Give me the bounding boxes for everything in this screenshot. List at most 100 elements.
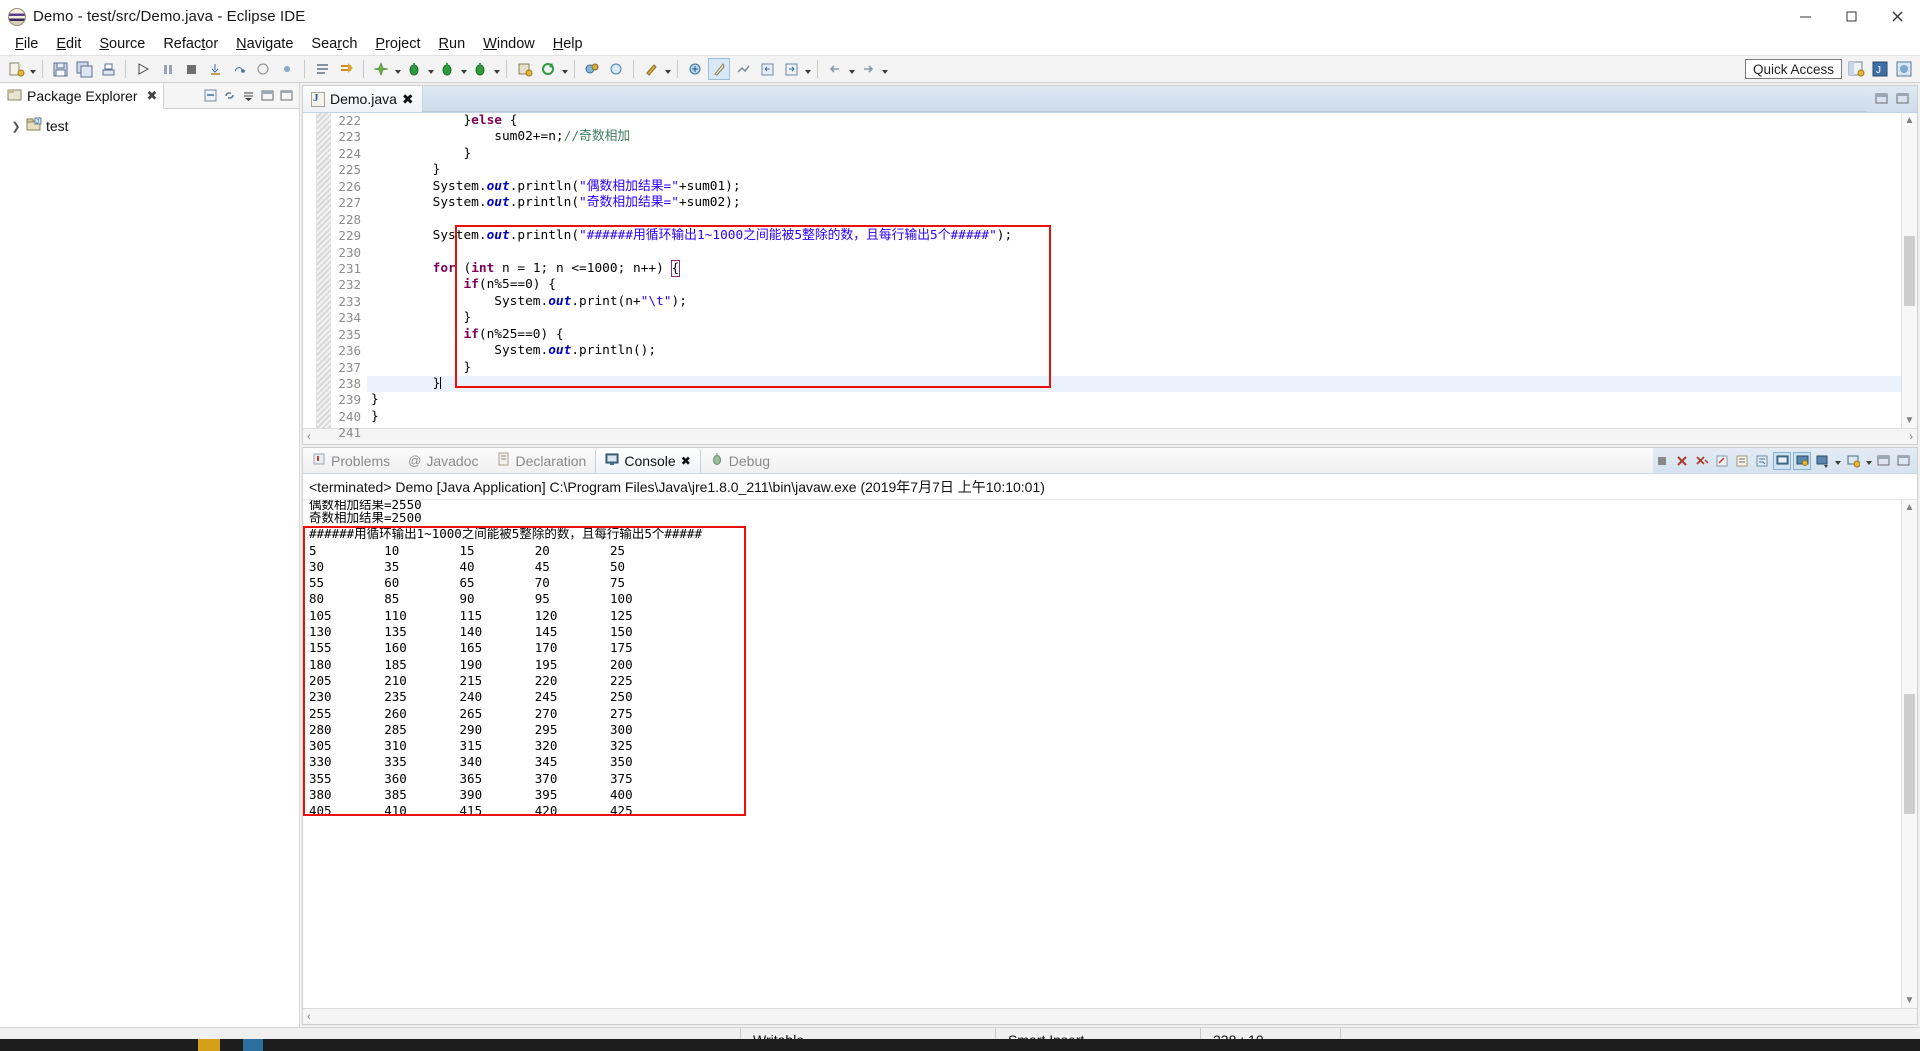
save-icon[interactable] xyxy=(49,58,71,80)
previous-annotation-icon[interactable] xyxy=(684,58,706,80)
remove-all-terminated-icon[interactable] xyxy=(1693,452,1711,470)
pause-icon[interactable] xyxy=(156,58,178,80)
terminate-icon[interactable] xyxy=(180,58,202,80)
build-icon[interactable] xyxy=(132,58,154,80)
chevron-down-icon[interactable] xyxy=(663,58,672,80)
close-icon[interactable]: ✖ xyxy=(147,88,158,104)
last-edit-location-icon[interactable] xyxy=(732,58,754,80)
chevron-down-icon[interactable]: ▼ xyxy=(1905,415,1915,426)
chevron-down-icon[interactable] xyxy=(492,58,501,80)
editor-code-line[interactable]: System.out.println("奇数相加结果="+sum02); xyxy=(367,195,1901,211)
menu-window[interactable]: Window xyxy=(474,35,544,53)
chevron-up-icon[interactable]: ▲ xyxy=(1905,502,1915,513)
editor-vertical-scrollbar[interactable]: ▲ ▼ xyxy=(1901,113,1917,428)
chevron-down-icon[interactable]: ▼ xyxy=(1905,995,1915,1006)
print-icon[interactable] xyxy=(97,58,119,80)
step-into-icon[interactable] xyxy=(204,58,226,80)
clear-console-icon[interactable] xyxy=(1713,452,1731,470)
chevron-up-icon[interactable]: ▲ xyxy=(1905,115,1915,126)
menu-file[interactable]: File xyxy=(6,35,47,53)
console-vertical-scrollbar[interactable]: ▲ ▼ xyxy=(1901,500,1917,1008)
menu-edit[interactable]: Edit xyxy=(47,35,90,53)
collapse-all-icon[interactable] xyxy=(202,87,219,104)
editor-code-line[interactable]: } xyxy=(367,409,1901,425)
tab-debug[interactable]: Debug xyxy=(701,448,779,473)
open-task-icon[interactable] xyxy=(335,58,357,80)
maximize-icon[interactable] xyxy=(278,87,295,104)
chevron-down-icon[interactable] xyxy=(560,58,569,80)
editor-code-line[interactable]: System.out.print(n+"\t"); xyxy=(367,294,1901,310)
editor-code-line[interactable]: for (int n = 1; n <=1000; n++) { xyxy=(367,259,1901,277)
editor-horizontal-scrollbar[interactable]: ‹ › xyxy=(303,428,1917,444)
chevron-right-icon[interactable]: › xyxy=(1909,431,1913,443)
editor-code-line[interactable]: } xyxy=(367,360,1901,376)
chevron-down-icon[interactable] xyxy=(1833,452,1842,470)
editor-code-line[interactable]: if(n%25==0) { xyxy=(367,327,1901,343)
toggle-breadcrumb-icon[interactable] xyxy=(311,58,333,80)
close-icon[interactable]: ✖ xyxy=(402,91,414,108)
new-interface-icon[interactable] xyxy=(605,58,627,80)
show-console-on-output-icon[interactable] xyxy=(1773,451,1791,470)
tab-problems[interactable]: Problems xyxy=(303,448,399,473)
tab-javadoc[interactable]: @ Javadoc xyxy=(399,448,487,473)
skip-breakpoints-icon[interactable] xyxy=(640,58,662,80)
minimize-icon[interactable] xyxy=(1782,0,1828,33)
tab-console[interactable]: Console ✖ xyxy=(595,448,701,473)
editor-code-line[interactable]: } xyxy=(367,310,1901,326)
console-output-text[interactable]: 偶数相加结果=2550 奇数相加结果=2500 ######用循环输出1~1000之… xyxy=(303,500,1901,1008)
scroll-lock-icon[interactable] xyxy=(1733,452,1751,470)
chevron-down-icon[interactable] xyxy=(1864,452,1873,470)
editor-code-line[interactable]: } xyxy=(367,162,1901,178)
menu-refactor[interactable]: Refactor xyxy=(154,35,227,53)
open-perspective-icon[interactable] xyxy=(1846,59,1866,79)
taskbar-item[interactable] xyxy=(243,1039,263,1051)
coverage-icon[interactable] xyxy=(469,58,491,80)
open-console-icon[interactable] xyxy=(1844,452,1862,470)
new-java-project-icon[interactable] xyxy=(370,58,392,80)
console-output-body[interactable]: 偶数相加结果=2550 奇数相加结果=2500 ######用循环输出1~1000之… xyxy=(303,500,1917,1008)
editor-code-line[interactable]: } xyxy=(367,146,1901,162)
editor-code-line[interactable] xyxy=(367,425,1901,428)
scrollbar-thumb[interactable] xyxy=(1904,235,1915,306)
package-explorer-tree[interactable]: ❯ J test xyxy=(0,109,299,1027)
view-menu-icon[interactable] xyxy=(240,87,257,104)
save-all-icon[interactable] xyxy=(73,58,95,80)
chevron-down-icon[interactable] xyxy=(803,58,812,80)
menu-help[interactable]: Help xyxy=(544,35,592,53)
editor-code-line[interactable]: } xyxy=(367,392,1901,408)
tree-item-test[interactable]: ❯ J test xyxy=(0,115,299,137)
menu-source[interactable]: Source xyxy=(90,35,154,53)
menu-search[interactable]: Search xyxy=(302,35,366,53)
editor-folding-gutter[interactable] xyxy=(317,113,331,428)
pin-console-icon[interactable] xyxy=(1793,451,1811,470)
editor-code-line[interactable]: sum02+=n;//奇数相加 xyxy=(367,129,1901,145)
console-horizontal-scrollbar[interactable]: ‹ xyxy=(303,1008,1917,1024)
display-selected-console-icon[interactable] xyxy=(1813,452,1831,470)
editor-code-line[interactable] xyxy=(367,245,1901,261)
tab-declaration[interactable]: Declaration xyxy=(488,448,596,473)
chevron-down-icon[interactable] xyxy=(393,58,402,80)
next-annotation-icon[interactable] xyxy=(708,58,730,80)
forward-nav-icon[interactable] xyxy=(857,58,879,80)
menu-navigate[interactable]: Navigate xyxy=(227,35,302,53)
run-icon[interactable] xyxy=(436,58,458,80)
maximize-icon[interactable] xyxy=(1828,0,1874,33)
minimize-icon[interactable] xyxy=(259,87,276,104)
editor-annotation-ruler[interactable] xyxy=(303,113,317,428)
java-ee-perspective-icon[interactable] xyxy=(1894,59,1914,79)
menu-project[interactable]: Project xyxy=(366,35,429,53)
remove-launch-icon[interactable] xyxy=(1673,452,1691,470)
chevron-down-icon[interactable] xyxy=(459,58,468,80)
editor-code-line[interactable]: System.out.println("######用循环输出1~1000之间能… xyxy=(367,228,1901,244)
java-perspective-icon[interactable]: J xyxy=(1870,59,1890,79)
scrollbar-thumb[interactable] xyxy=(1904,694,1915,814)
forward-icon[interactable] xyxy=(780,58,802,80)
new-wizard-icon[interactable] xyxy=(5,58,27,80)
editor-code-line[interactable]: }else { xyxy=(367,113,1901,129)
minimize-icon[interactable] xyxy=(1873,91,1890,108)
editor-code-line[interactable] xyxy=(367,212,1901,228)
menu-run[interactable]: Run xyxy=(430,35,475,53)
debug-icon[interactable] xyxy=(403,58,425,80)
link-with-editor-icon[interactable] xyxy=(221,87,238,104)
refresh-icon[interactable] xyxy=(537,58,559,80)
